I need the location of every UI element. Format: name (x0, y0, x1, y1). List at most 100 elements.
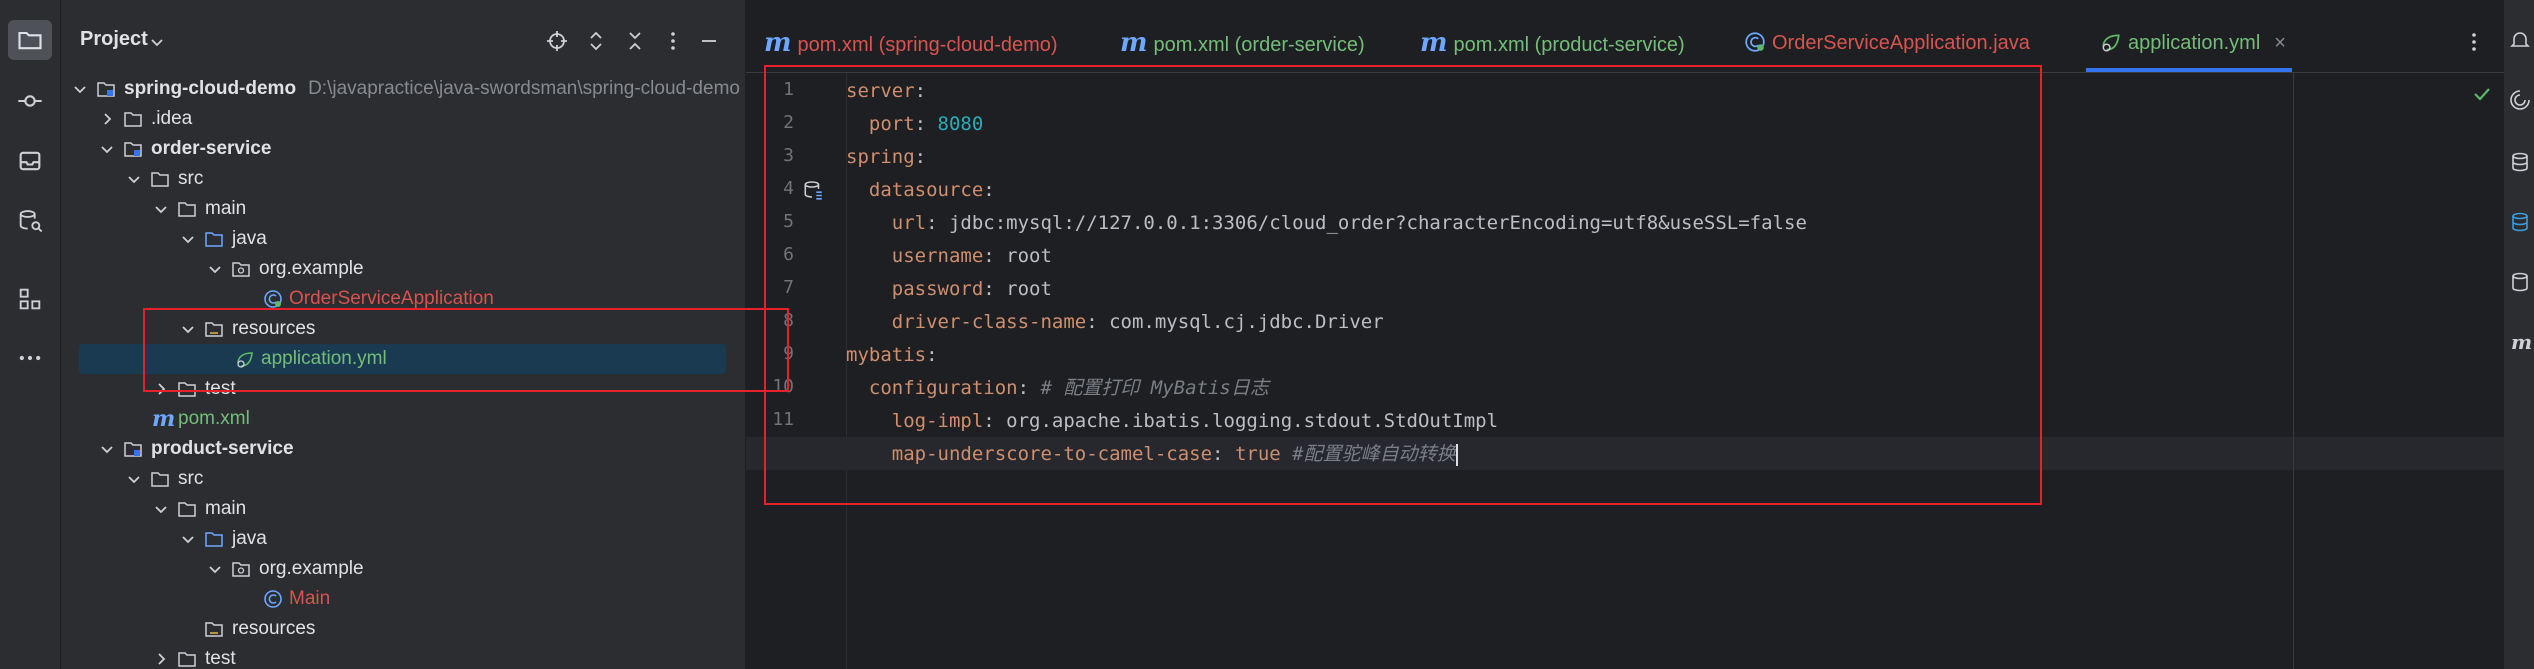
inbox-icon (19, 151, 41, 171)
tree-item-java[interactable]: java (61, 224, 745, 254)
module-folder-icon (124, 142, 142, 157)
code-line[interactable]: mybatis: (846, 339, 938, 372)
chevron-down-icon[interactable] (73, 82, 87, 96)
more-vertical-icon[interactable] (661, 29, 685, 53)
ai-assistant-icon[interactable] (2508, 88, 2532, 112)
tree-item-application-yml[interactable]: application.yml (61, 344, 745, 374)
tree-item-label: src (178, 468, 204, 489)
minimize-icon[interactable] (697, 29, 721, 53)
chevron-down-icon[interactable] (208, 262, 222, 276)
tab-pom-spring-cloud-demo[interactable]: m pom.xml (spring-cloud-demo) (764, 0, 1058, 72)
tree-item-test[interactable]: test (61, 374, 745, 404)
line-number: 9 (783, 343, 794, 364)
code-line[interactable]: spring: (846, 141, 926, 174)
tree-item-order-service-application[interactable]: OrderServiceApplication (61, 284, 745, 314)
line-number: 7 (783, 277, 794, 298)
more-vertical-icon[interactable] (2462, 30, 2486, 54)
code-token: : (914, 113, 938, 135)
tab-pom-order-service[interactable]: m pom.xml (order-service) (1120, 0, 1365, 72)
tree-item-label: src (178, 168, 204, 189)
code-line[interactable]: log-impl: org.apache.ibatis.logging.stdo… (846, 405, 1498, 438)
close-tab-button[interactable]: × (2274, 32, 2286, 54)
code-token: configuration (846, 377, 1018, 399)
database-icon[interactable] (2508, 150, 2532, 174)
chevron-down-icon[interactable] (100, 142, 114, 156)
editor-pane: m pom.xml (spring-cloud-demo) m pom.xml (o… (746, 0, 2534, 669)
maven-icon: m (764, 28, 792, 58)
pull-requests-tool-button[interactable] (8, 141, 52, 181)
database-tool-button[interactable] (8, 201, 52, 241)
chevron-right-icon[interactable] (154, 382, 168, 396)
code-editor[interactable]: server: port: 8080 spring: datasource: ur… (746, 73, 2534, 669)
tree-item-resources[interactable]: resources (61, 614, 745, 644)
tree-item-label: resources (232, 618, 316, 639)
expand-all-icon[interactable] (584, 29, 608, 53)
tree-item-label: spring-cloud-demo (124, 78, 297, 99)
tree-item-resources[interactable]: resources (61, 314, 745, 344)
tree-item-org-example[interactable]: org.example (61, 254, 745, 284)
code-line[interactable]: server: (846, 75, 926, 108)
chevron-down-icon[interactable] (181, 532, 195, 546)
code-line[interactable]: url: jdbc:mysql://127.0.0.1:3306/cloud_o… (846, 207, 1807, 240)
maven-tool-icon[interactable]: m (2508, 330, 2532, 354)
code-token: map-underscore-to-camel-case (846, 443, 1213, 465)
chevron-right-icon[interactable] (154, 652, 168, 666)
tree-item-product-service[interactable]: product-service (61, 434, 745, 464)
commit-tool-button[interactable] (8, 81, 52, 121)
code-line[interactable]: map-underscore-to-camel-case: true #配置驼峰… (846, 438, 1458, 471)
collapse-all-icon[interactable] (623, 29, 647, 53)
folder-icon (178, 652, 196, 667)
folder-icon (151, 172, 169, 187)
tree-item-src[interactable]: src (61, 464, 745, 494)
datasource-gutter-icon[interactable] (802, 179, 824, 201)
tree-item-label: .idea (151, 108, 193, 129)
tree-item-org-example[interactable]: org.example (61, 554, 745, 584)
chevron-down-icon[interactable] (208, 562, 222, 576)
project-panel-title[interactable]: Project (80, 28, 148, 51)
tree-item-label: product-service (151, 438, 294, 459)
code-line[interactable]: driver-class-name: com.mysql.cj.jdbc.Dri… (846, 306, 1384, 339)
more-tools-button[interactable] (8, 338, 52, 378)
structure-tool-button[interactable] (8, 279, 52, 319)
spring-yaml-icon (2102, 34, 2120, 52)
project-tool-button[interactable] (8, 20, 52, 60)
chevron-right-icon[interactable] (100, 112, 114, 126)
chevron-down-icon[interactable] (154, 202, 168, 216)
tree-item-java[interactable]: java (61, 524, 745, 554)
tree-item-order-service[interactable]: order-service (61, 134, 745, 164)
database-active-icon[interactable] (2508, 210, 2532, 234)
code-line[interactable]: username: root (846, 240, 1052, 273)
tree-item-main[interactable]: main (61, 194, 745, 224)
chevron-down-icon[interactable] (181, 232, 195, 246)
code-line[interactable]: port: 8080 (846, 108, 983, 141)
tree-item-src[interactable]: src (61, 164, 745, 194)
tree-item-main[interactable]: main (61, 494, 745, 524)
code-token: url (846, 212, 927, 234)
tab-pom-product-service[interactable]: m pom.xml (product-service) (1420, 0, 1685, 72)
chevron-down-icon[interactable] (127, 472, 141, 486)
code-line[interactable]: datasource: (846, 174, 995, 207)
tab-application-yml[interactable]: application.yml × (2086, 0, 2292, 72)
module-folder-icon (97, 82, 115, 97)
chevron-down-icon[interactable] (181, 322, 195, 336)
database-icon[interactable] (2508, 270, 2532, 294)
code-line[interactable]: configuration: # 配置打印 MyBatis日志 (846, 372, 1269, 405)
chevron-down-icon[interactable] (149, 34, 165, 50)
code-token: driver-class-name (846, 311, 1087, 333)
tree-item-label: org.example (259, 258, 364, 279)
notifications-icon[interactable] (2508, 28, 2532, 52)
tree-item-pom-xml[interactable]: m pom.xml (61, 404, 745, 434)
tree-item-spring-cloud-demo[interactable]: spring-cloud-demo D:\javapractice\java-sw… (61, 74, 745, 104)
tree-item-main-class[interactable]: Main (61, 584, 745, 614)
chevron-down-icon[interactable] (127, 172, 141, 186)
code-line[interactable]: password: root (846, 273, 1052, 306)
tree-item-test[interactable]: test (61, 644, 745, 669)
checkmark-icon[interactable] (2471, 83, 2493, 105)
chevron-down-icon[interactable] (154, 502, 168, 516)
chevron-down-icon[interactable] (100, 442, 114, 456)
crosshair-icon[interactable] (545, 29, 569, 53)
module-folder-icon (124, 442, 142, 457)
line-number: 1 (783, 79, 794, 100)
tab-order-service-application[interactable]: OrderServiceApplication.java (1744, 0, 2030, 72)
tree-item-idea[interactable]: .idea (61, 104, 745, 134)
